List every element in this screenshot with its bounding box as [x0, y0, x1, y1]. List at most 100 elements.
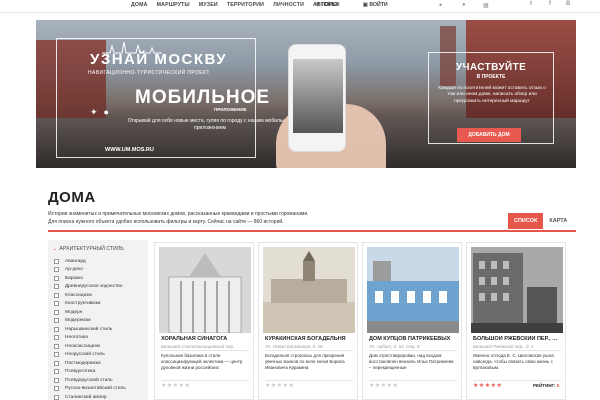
- search-link[interactable]: ⚲ ПОИСК: [316, 2, 340, 8]
- card-text: Купольная базилика в стиле классицизирую…: [161, 353, 243, 371]
- filter-option-label: Модерн: [65, 309, 83, 315]
- apple-icon[interactable]: ●: [462, 2, 466, 8]
- checkbox[interactable]: [54, 309, 59, 315]
- menu-item-museums[interactable]: МУЗЕИ: [199, 2, 218, 8]
- add-house-button[interactable]: ДОБАВИТЬ ДОМ: [457, 128, 521, 142]
- rating-label: РЕЙТИНГ: [533, 383, 554, 388]
- card-address: Большой Спасоглинищевский пер.: [161, 344, 235, 349]
- card-text: Дом отреставрирован, над входом восстано…: [369, 353, 454, 371]
- filter-option[interactable]: Сталинский ампир: [54, 393, 126, 400]
- filter-option-label: Сталинский ампир: [65, 394, 107, 400]
- filter-option[interactable]: Классицизм: [54, 291, 126, 300]
- filter-option[interactable]: Барокко: [54, 274, 126, 283]
- card-address: Ул. Новая Басманная, д. 26: [265, 344, 323, 349]
- filter-option-label: Постмодернизм: [65, 360, 101, 366]
- section-description-line: Для поиска нужного объекта удобно исполь…: [48, 218, 284, 225]
- filter-option[interactable]: Псевдорусский стиль: [54, 376, 126, 385]
- filter-option[interactable]: Русско-византийский стиль: [54, 385, 126, 394]
- filter-heading[interactable]: ⌄ АРХИТЕКТУРНЫЙ СТИЛЬ: [53, 246, 124, 252]
- checkbox[interactable]: [54, 292, 59, 298]
- filter-option[interactable]: Неорусский стиль: [54, 351, 126, 360]
- windows-icon[interactable]: ▦: [483, 2, 489, 9]
- rating-stars: ★★★★★: [265, 383, 295, 389]
- twitter-icon[interactable]: t: [530, 1, 532, 7]
- checkbox[interactable]: [54, 275, 59, 281]
- filter-list: Авангард Ар-деко Барокко Древнерусское зодч…: [54, 257, 126, 400]
- card-divider: [265, 380, 353, 381]
- site-logo[interactable]: УЗНАЙ МОСКВУ: [90, 51, 227, 68]
- site-url[interactable]: WWW.UM.MOS.RU: [105, 147, 154, 153]
- tab-list[interactable]: СПИСОК: [508, 213, 544, 229]
- menu-item-routes[interactable]: МАРШРУТЫ: [157, 2, 190, 8]
- filter-option-label: Древнерусское зодчество: [65, 284, 123, 290]
- house-card[interactable]: ДОМ КУПЦОВ ПАТРИКЕЕВЫХ Ул. Арбат, д. 53,…: [362, 242, 462, 400]
- android-icon[interactable]: ✦: [438, 2, 443, 9]
- login-link[interactable]: ▣ ВОЙТИ: [363, 2, 388, 8]
- filter-option[interactable]: Псевдоготика: [54, 368, 126, 377]
- login-label: ВОЙТИ: [369, 2, 388, 8]
- filter-option[interactable]: Ар-деко: [54, 266, 126, 275]
- filter-option-label: Псевдоготика: [65, 369, 96, 375]
- filter-option-label: Неорусский стиль: [65, 352, 105, 358]
- checkbox[interactable]: [54, 369, 59, 375]
- card-title[interactable]: ХОРАЛЬНАЯ СИНАГОГА: [161, 336, 251, 342]
- android-icon[interactable]: ✦: [90, 107, 98, 118]
- checkbox[interactable]: [54, 386, 59, 392]
- tab-map[interactable]: КАРТА: [543, 213, 573, 229]
- checkbox[interactable]: [54, 335, 59, 341]
- filter-option-label: Русско-византийский стиль: [65, 386, 126, 392]
- checkbox[interactable]: [54, 343, 59, 349]
- filter-option-label: Неоклассицизм: [65, 343, 100, 349]
- house-card[interactable]: КУРАКИНСКАЯ БОГАДЕЛЬНЯ Ул. Новая Басманн…: [258, 242, 358, 400]
- checkbox[interactable]: [54, 301, 59, 307]
- filter-option-label: Нарышкинский стиль: [65, 326, 113, 332]
- search-label: ПОИСК: [321, 2, 340, 8]
- rating-value: РЕЙТИНГ: 5: [533, 383, 560, 388]
- join-subtitle: В ПРОЕКТЕ: [476, 74, 506, 80]
- filter-option[interactable]: Постмодернизм: [54, 359, 126, 368]
- filter-option[interactable]: Неоготика: [54, 334, 126, 343]
- card-address: Ул. Арбат, д. 53, стр. 8: [369, 344, 420, 349]
- facebook-icon[interactable]: f: [549, 1, 551, 7]
- card-title[interactable]: КУРАКИНСКАЯ БОГАДЕЛЬНЯ: [265, 336, 355, 342]
- checkbox[interactable]: [54, 394, 59, 400]
- card-address: Большой Ржевский пер., д. 1: [473, 344, 534, 349]
- vk-icon[interactable]: В: [566, 1, 570, 7]
- filter-option-label: Барокко: [65, 275, 84, 281]
- checkbox[interactable]: [54, 377, 59, 383]
- checkbox[interactable]: [54, 284, 59, 290]
- filter-option-label: Классицизм: [65, 292, 92, 298]
- checkbox[interactable]: [54, 326, 59, 332]
- filter-option[interactable]: Авангард: [54, 257, 126, 266]
- house-card[interactable]: БОЛЬШОЙ РЖЕВСКИЙ ПЕР., … Большой Ржевски…: [466, 242, 566, 400]
- filter-option[interactable]: Модернизм: [54, 317, 126, 326]
- checkbox[interactable]: [54, 352, 59, 358]
- menu-item-persons[interactable]: ЛИЧНОСТИ: [273, 2, 304, 8]
- filter-option[interactable]: Неоклассицизм: [54, 342, 126, 351]
- card-title[interactable]: БОЛЬШОЙ РЖЕВСКИЙ ПЕР., …: [473, 336, 563, 342]
- checkbox[interactable]: [54, 318, 59, 324]
- filter-option-label: Псевдорусский стиль: [65, 377, 113, 383]
- house-photo: [471, 247, 563, 333]
- menu-item-territories[interactable]: ТЕРРИТОРИИ: [227, 2, 264, 8]
- card-divider: [473, 380, 561, 381]
- filter-option[interactable]: Модерн: [54, 308, 126, 317]
- checkbox[interactable]: [54, 267, 59, 273]
- filter-option[interactable]: Конструктивизм: [54, 300, 126, 309]
- card-divider: [369, 380, 457, 381]
- house-card[interactable]: ХОРАЛЬНАЯ СИНАГОГА Большой Спасоглинищев…: [154, 242, 254, 400]
- checkbox[interactable]: [54, 258, 59, 264]
- rating-stars: ★★★★★: [161, 383, 191, 389]
- menu-item-houses[interactable]: ДОМА: [131, 2, 148, 8]
- rating-number: 5: [556, 383, 560, 388]
- mobile-app-description: Открывай для себя новые места, гуляя по …: [127, 118, 293, 131]
- house-photo: [367, 247, 459, 333]
- filter-option[interactable]: Нарышкинский стиль: [54, 325, 126, 334]
- chevron-down-icon: ⌄: [53, 246, 58, 252]
- rating-stars: ★★★★★: [473, 383, 503, 389]
- card-title[interactable]: ДОМ КУПЦОВ ПАТРИКЕЕВЫХ: [369, 336, 459, 342]
- apple-icon[interactable]: ●: [104, 107, 109, 118]
- checkbox[interactable]: [54, 360, 59, 366]
- filter-option[interactable]: Древнерусское зодчество: [54, 283, 126, 292]
- section-divider: [48, 230, 576, 232]
